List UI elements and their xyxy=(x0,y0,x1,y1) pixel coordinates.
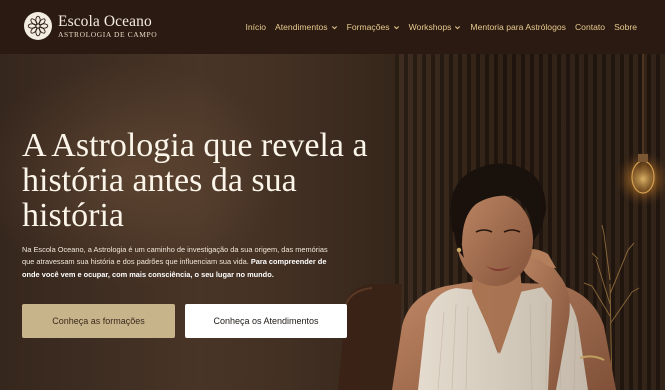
nav-item-sobre[interactable]: Sobre xyxy=(614,22,637,32)
hero-description: Na Escola Oceano, a Astrologia é um cami… xyxy=(22,244,342,281)
nav-item-contato[interactable]: Contato xyxy=(575,22,605,32)
nav-item-label: Workshops xyxy=(408,22,452,32)
chevron-down-icon xyxy=(331,25,337,29)
top-navigation-bar: Escola Oceano ASTROLOGIA DE CAMPO Início… xyxy=(0,0,665,54)
chevron-down-icon xyxy=(393,25,399,29)
nav-item-label: Mentoria para Astrólogos xyxy=(470,22,566,32)
nav-item-workshops[interactable]: Workshops xyxy=(409,22,462,32)
nav-item-formacoes[interactable]: Formações xyxy=(347,22,400,32)
chevron-down-icon xyxy=(455,25,461,29)
nav-item-label: Início xyxy=(245,22,267,32)
atendimentos-button[interactable]: Conheça os Atendimentos xyxy=(185,304,347,338)
brand-name: Escola Oceano xyxy=(58,12,152,30)
nav-item-inicio[interactable]: Início xyxy=(245,22,266,32)
brand-text: Escola Oceano ASTROLOGIA DE CAMPO xyxy=(58,12,158,39)
hero-title: A Astrologia que revela a história antes… xyxy=(22,127,368,234)
nav-item-atendimentos[interactable]: Atendimentos xyxy=(275,22,338,32)
brand-subtitle: ASTROLOGIA DE CAMPO xyxy=(58,30,158,39)
nav-item-label: Formações xyxy=(346,22,390,32)
mandala-flower-icon xyxy=(24,12,52,40)
hero-section: A Astrologia que revela a história antes… xyxy=(0,54,665,390)
main-menu: Início Atendimentos Formações Workshops … xyxy=(245,0,637,54)
nav-item-mentoria[interactable]: Mentoria para Astrólogos xyxy=(470,22,566,32)
nav-item-label: Sobre xyxy=(614,22,637,32)
formacoes-button[interactable]: Conheça as formações xyxy=(22,304,175,338)
nav-item-label: Atendimentos xyxy=(275,22,328,32)
nav-item-label: Contato xyxy=(574,22,606,32)
brand-logo-link[interactable]: Escola Oceano ASTROLOGIA DE CAMPO xyxy=(24,12,157,40)
